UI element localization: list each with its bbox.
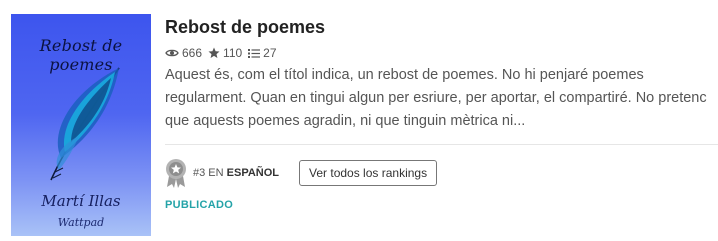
ranking-connector: EN [205,167,227,179]
ranking-label: #3 EN ESPAÑOL [193,167,279,179]
feather-illustration [50,67,120,181]
cover-author: Martí Illas [41,192,121,210]
story-stats: 666 110 27 [165,45,283,61]
votes-count: 110 [223,46,243,60]
parts-stat: 27 [248,46,277,60]
votes-stat: 110 [208,46,242,60]
view-all-rankings-button[interactable]: Ver todos los rankings [299,160,438,186]
story-title[interactable]: Rebost de poemes [165,17,325,38]
story-description: Aquest és, com el títol indica, un rebos… [165,67,707,129]
reads-count: 666 [182,46,203,60]
story-cover[interactable]: Rebost de poemes Martí Illas Wattpad [11,14,151,236]
ranking-position: #3 [193,167,206,179]
star-icon [208,47,220,58]
medal-icon [166,159,186,188]
ranking-row: #3 EN ESPAÑOL Ver todos los rankings [165,158,438,188]
ranking-category: ESPAÑOL [226,167,280,179]
cover-publisher: Wattpad [57,216,105,229]
story-card: Rebost de poemes Martí Illas Wattpad Reb… [0,0,718,241]
status-badge: PUBLICADO [165,199,234,211]
divider [165,144,718,145]
list-icon [248,48,261,58]
eye-icon [165,49,179,57]
reads-stat: 666 [165,46,202,60]
parts-count: 27 [263,46,277,60]
